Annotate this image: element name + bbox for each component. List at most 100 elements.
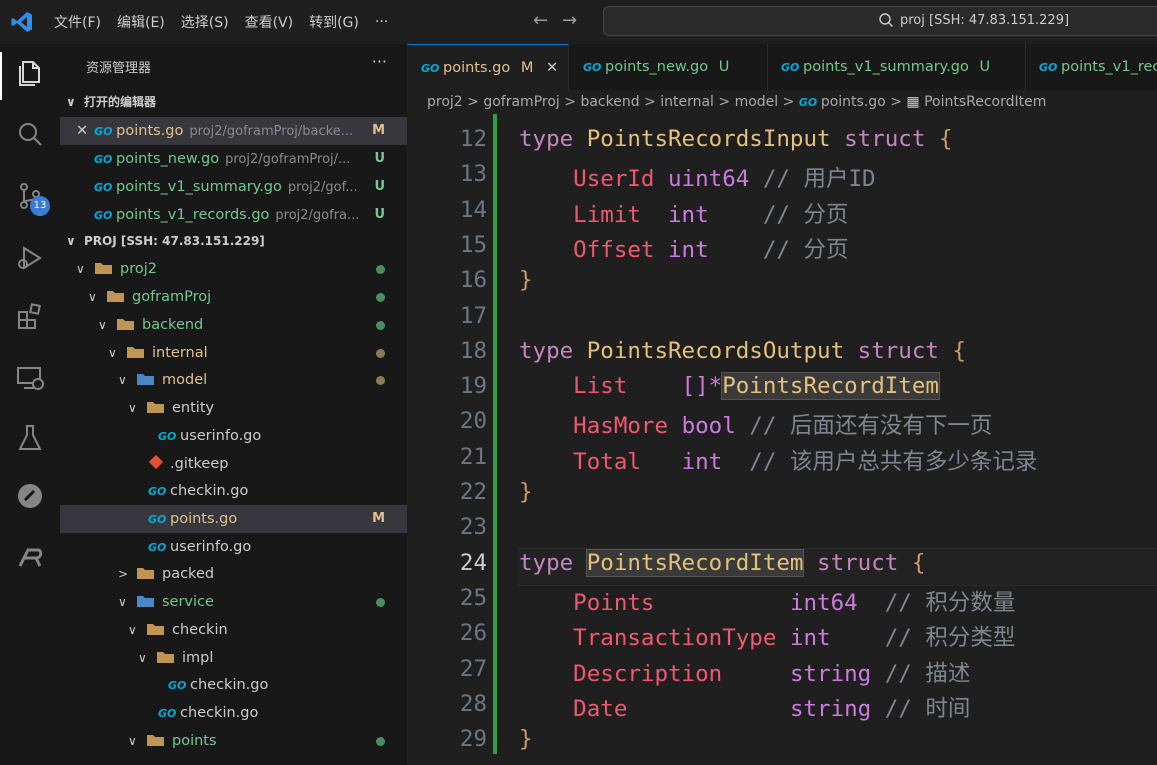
chevron-down-icon: ∨ — [128, 623, 137, 637]
tree-file[interactable]: GO checkin.go — [60, 671, 407, 699]
extension-r-icon[interactable] — [14, 542, 46, 574]
tree-file[interactable]: GO userinfo.go — [60, 422, 407, 450]
line-number: 14 — [459, 196, 487, 223]
tab-points-v1-summary-go[interactable]: GO points_v1_summary.go U — [767, 44, 1026, 90]
code-line: List []*PointsRecordItem — [519, 372, 940, 401]
tree-folder[interactable]: ∨ entity — [60, 394, 407, 422]
git-dot — [376, 265, 385, 274]
open-editor-item[interactable]: GO points_v1_records.go proj2/gofra... U — [60, 201, 407, 229]
chevron-right-icon: > — [564, 94, 581, 110]
menu-view[interactable]: 查看(V) — [237, 12, 302, 32]
tree-label: internal — [152, 345, 208, 361]
explorer-more-actions[interactable]: ··· — [372, 52, 387, 71]
open-editor-path: proj2/goframProj/... — [225, 152, 351, 167]
code-editor[interactable]: 12 type PointsRecordsInput struct {13 Use… — [407, 114, 1157, 765]
tab-points-v1-records-go[interactable]: GO points_v1_rec — [1025, 44, 1157, 90]
tree-folder[interactable]: ∨ proj2 — [60, 255, 407, 283]
workspace-header[interactable]: ∨ PROJ [SSH: 47.83.151.229] — [60, 228, 407, 254]
git-file-icon — [148, 454, 164, 470]
search-sidebar-icon[interactable] — [14, 118, 46, 150]
testing-flask-icon[interactable] — [14, 422, 46, 454]
code-line: } — [519, 267, 533, 294]
tree-file[interactable]: GO userinfo.go — [60, 533, 407, 561]
tree-folder[interactable]: ∨ internal — [60, 339, 407, 367]
tab-points-new-go[interactable]: GO points_new.go U — [569, 44, 768, 90]
menu-edit[interactable]: 编辑(E) — [109, 12, 173, 32]
tree-folder[interactable]: ∨ model — [60, 366, 407, 394]
gitlens-icon[interactable] — [14, 480, 46, 512]
folder-open-icon — [147, 735, 164, 746]
code-line: type PointsRecordItem struct { — [519, 548, 926, 577]
tab-points-go[interactable]: GO points.go M ✕ — [407, 44, 569, 90]
menu-file[interactable]: 文件(F) — [46, 12, 109, 32]
tree-label: userinfo.go — [180, 428, 262, 444]
remote-explorer-icon[interactable] — [14, 362, 46, 394]
workspace-label: PROJ [SSH: 47.83.151.229] — [84, 234, 265, 248]
close-icon[interactable]: ✕ — [76, 123, 88, 139]
tree-file-selected[interactable]: GO points.go M — [60, 505, 407, 533]
tree-folder[interactable]: > packed — [60, 560, 407, 588]
go-file-icon: GO — [168, 679, 187, 692]
git-dot — [376, 293, 385, 302]
tree-label: userinfo.go — [170, 539, 252, 555]
open-editor-path: proj2/gof... — [287, 180, 358, 195]
line-number: 16 — [459, 267, 487, 294]
tab-label: points_v1_summary.go — [803, 59, 969, 75]
code-line: } — [519, 479, 533, 505]
menu-selection[interactable]: 选择(S) — [173, 12, 237, 32]
breadcrumb-item[interactable]: PointsRecordItem — [924, 94, 1046, 110]
breadcrumb-item[interactable]: proj2 — [427, 94, 463, 110]
menu-more[interactable]: ··· — [367, 14, 396, 30]
tree-folder[interactable]: ∨ checkin — [60, 616, 407, 644]
open-editors-header[interactable]: ∨ 打开的编辑器 — [60, 89, 407, 115]
explorer-files-icon[interactable] — [14, 56, 46, 88]
tree-folder[interactable]: ∨ backend — [60, 311, 407, 339]
breadcrumb-item[interactable]: internal — [660, 94, 714, 110]
line-number: 25 — [459, 584, 487, 611]
chevron-down-icon: ∨ — [118, 373, 127, 387]
run-debug-icon[interactable] — [14, 242, 46, 274]
tree-label: checkin.go — [180, 705, 259, 721]
extensions-icon[interactable] — [14, 300, 46, 332]
line-number: 24 — [459, 549, 487, 576]
breadcrumb-item[interactable]: model — [735, 94, 779, 110]
tree-label: checkin.go — [170, 483, 249, 499]
command-center-search[interactable]: proj [SSH: 47.83.151.229] — [603, 6, 1157, 36]
breadcrumb-item[interactable]: goframProj — [483, 94, 559, 110]
open-editor-item[interactable]: GO points_new.go proj2/goframProj/... U — [60, 145, 407, 173]
tree-file[interactable]: GO checkin.go — [60, 477, 407, 505]
tree-file[interactable]: .gitkeep — [60, 450, 407, 478]
back-arrow-icon[interactable]: ← — [533, 10, 548, 31]
open-editors-label: 打开的编辑器 — [84, 95, 157, 109]
go-file-icon: GO — [94, 209, 113, 222]
breadcrumb-item[interactable]: points.go — [821, 94, 886, 110]
chevron-down-icon: ∨ — [128, 734, 137, 748]
folder-open-icon — [157, 652, 174, 663]
tree-folder[interactable]: ∨ goframProj — [60, 283, 407, 311]
breadcrumb-item[interactable]: backend — [580, 94, 639, 110]
open-editor-path: proj2/gofra... — [275, 208, 360, 223]
tree-file[interactable]: GO checkin.go — [60, 699, 407, 727]
tree-folder[interactable]: ∨ points — [60, 727, 407, 755]
folder-open-icon — [127, 347, 144, 358]
tree-folder[interactable]: ∨ impl — [60, 644, 407, 672]
tree-label: entity — [172, 400, 215, 416]
line-number: 20 — [459, 408, 487, 435]
code-line: UserId uint64 // 用户ID — [519, 166, 876, 193]
open-editor-item[interactable]: GO points_v1_summary.go proj2/gof... U — [60, 173, 407, 201]
scm-count-badge: 13 — [30, 196, 50, 216]
tree-label: service — [162, 594, 214, 610]
go-file-icon: GO — [94, 153, 113, 166]
git-status-badge: U — [374, 179, 385, 194]
tab-status: U — [718, 59, 730, 75]
go-file-icon: GO — [94, 181, 113, 194]
chevron-right-icon: > — [467, 94, 484, 110]
open-editor-item[interactable]: ✕ GO points.go proj2/goframProj/backe... M — [60, 117, 407, 145]
forward-arrow-icon[interactable]: → — [562, 10, 577, 31]
close-icon[interactable]: ✕ — [546, 60, 558, 76]
tree-label: checkin — [172, 622, 228, 638]
tree-folder[interactable]: ∨ service — [60, 588, 407, 616]
go-file-icon: GO — [583, 61, 602, 74]
code-line: Offset int // 分页 — [519, 236, 849, 263]
menu-go[interactable]: 转到(G) — [301, 12, 367, 32]
